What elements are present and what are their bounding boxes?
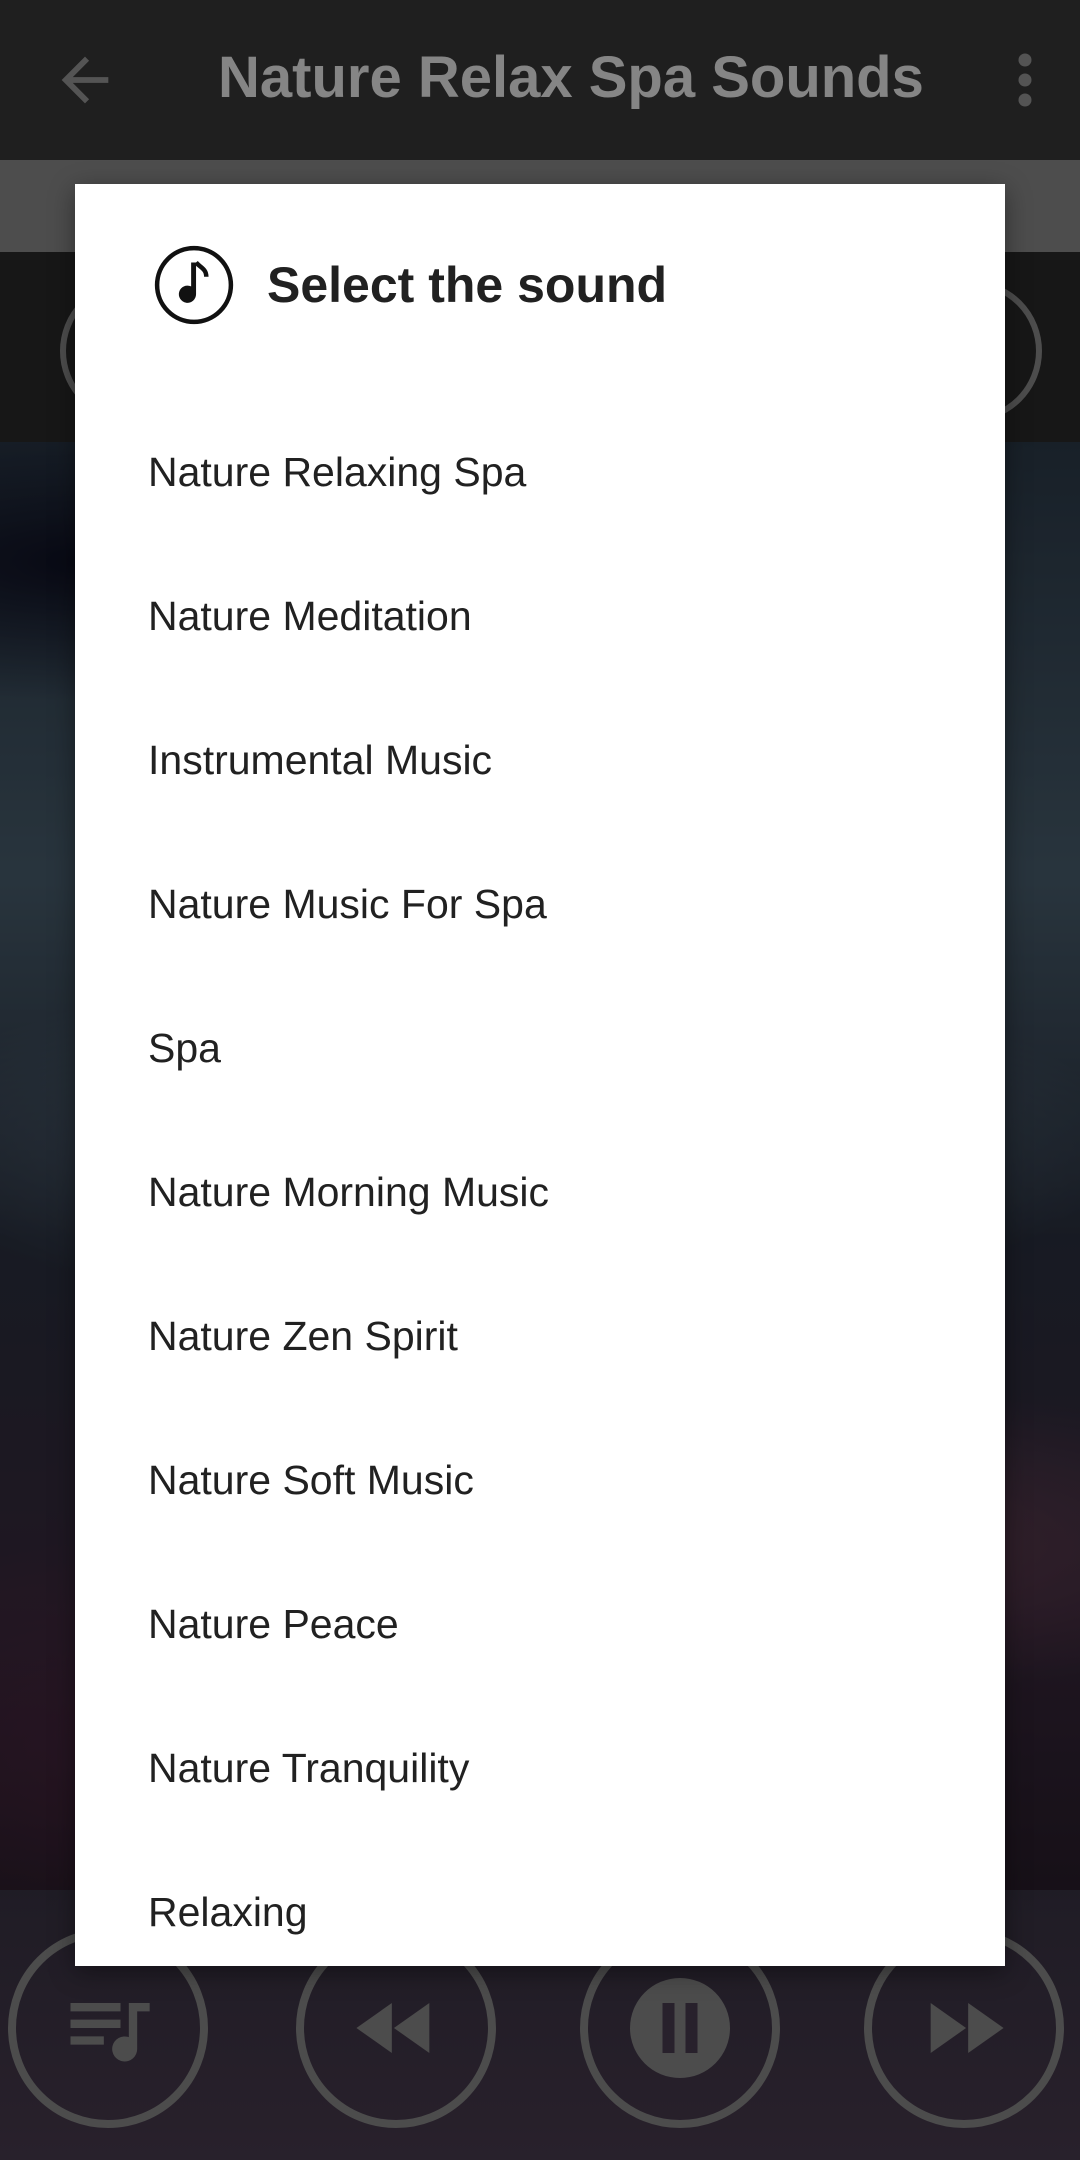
sound-item[interactable]: Nature Peace xyxy=(75,1552,1005,1696)
music-note-icon xyxy=(154,245,234,325)
sound-item[interactable]: Nature Morning Music xyxy=(75,1120,1005,1264)
screen: Nature Relax Spa Sounds Select the sound… xyxy=(0,0,1080,2160)
sound-item[interactable]: Nature Tranquility xyxy=(75,1696,1005,1840)
dialog-title: Select the sound xyxy=(267,257,668,313)
sound-item[interactable]: Relaxing xyxy=(75,1840,1005,1984)
select-sound-dialog: Select the sound Nature Relaxing Spa Nat… xyxy=(75,184,1005,1966)
sound-item[interactable]: Nature Zen Spirit xyxy=(75,1264,1005,1408)
sound-list: Nature Relaxing Spa Nature Meditation In… xyxy=(75,400,1005,1984)
sound-item[interactable]: Nature Meditation xyxy=(75,544,1005,688)
sound-item[interactable]: Nature Music For Spa xyxy=(75,832,1005,976)
sound-item[interactable]: Spa xyxy=(75,976,1005,1120)
sound-item[interactable]: Instrumental Music xyxy=(75,688,1005,832)
sound-item[interactable]: Nature Soft Music xyxy=(75,1408,1005,1552)
dialog-header: Select the sound xyxy=(75,184,1005,394)
sound-item[interactable]: Nature Relaxing Spa xyxy=(75,400,1005,544)
